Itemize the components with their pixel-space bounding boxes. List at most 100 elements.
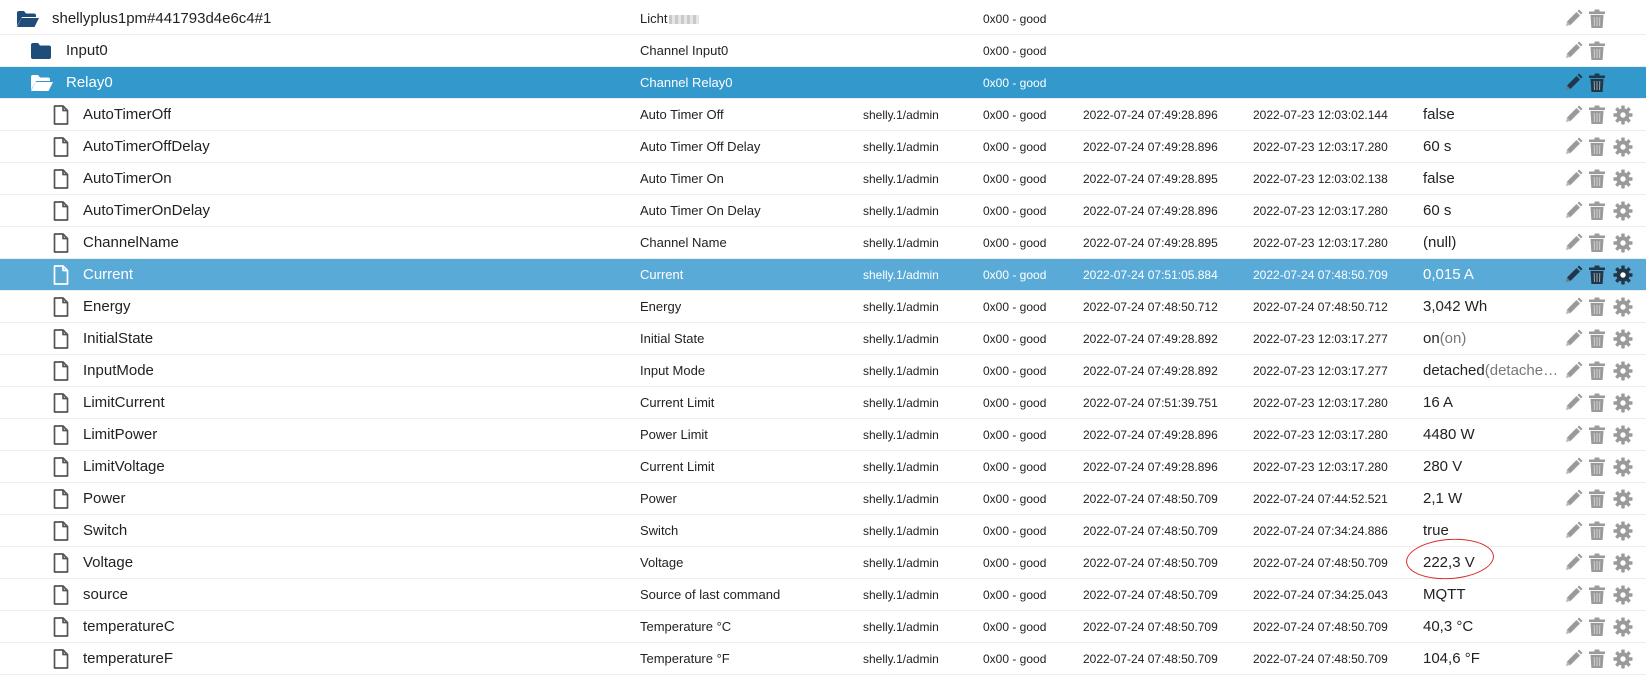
edit-button[interactable]: [1563, 137, 1583, 157]
settings-button[interactable]: [1613, 329, 1633, 349]
object-value[interactable]: 222,3 V: [1423, 547, 1563, 579]
delete-button[interactable]: [1588, 233, 1608, 253]
delete-button[interactable]: [1588, 393, 1608, 413]
object-value[interactable]: 60 s: [1423, 195, 1563, 227]
tree-row[interactable]: Switch Switch shelly.1/admin 0x00 - good 202…: [0, 515, 1646, 547]
object-value[interactable]: 0,015 A: [1423, 259, 1563, 291]
settings-button[interactable]: [1613, 457, 1633, 477]
tree-row[interactable]: AutoTimerOn Auto Timer On shelly.1/admin 0x…: [0, 163, 1646, 195]
tree-row[interactable]: LimitCurrent Current Limit shelly.1/admin 0…: [0, 387, 1646, 419]
edit-button[interactable]: [1563, 297, 1583, 317]
settings-button[interactable]: [1613, 265, 1633, 285]
edit-button[interactable]: [1563, 553, 1583, 573]
object-value[interactable]: 40,3 °C: [1423, 611, 1563, 643]
delete-button[interactable]: [1588, 105, 1608, 125]
tree-row[interactable]: InputMode Input Mode shelly.1/admin 0x00 - …: [0, 355, 1646, 387]
delete-button[interactable]: [1588, 553, 1608, 573]
edit-button[interactable]: [1563, 425, 1583, 445]
delete-button[interactable]: [1588, 329, 1608, 349]
folder-open-icon[interactable]: [16, 9, 39, 29]
delete-button[interactable]: [1588, 585, 1608, 605]
delete-button[interactable]: [1588, 265, 1608, 285]
edit-button[interactable]: [1563, 41, 1583, 61]
object-value[interactable]: 16 A: [1423, 387, 1563, 419]
edit-button[interactable]: [1563, 265, 1583, 285]
delete-button[interactable]: [1588, 361, 1608, 381]
tree-row[interactable]: Energy Energy shelly.1/admin 0x00 - good 202…: [0, 291, 1646, 323]
tree-row[interactable]: AutoTimerOff Auto Timer Off shelly.1/admin…: [0, 99, 1646, 131]
settings-button[interactable]: [1613, 201, 1633, 221]
edit-button[interactable]: [1563, 585, 1583, 605]
edit-button[interactable]: [1563, 169, 1583, 189]
settings-button[interactable]: [1613, 105, 1633, 125]
settings-button[interactable]: [1613, 521, 1633, 541]
settings-button[interactable]: [1613, 137, 1633, 157]
delete-button[interactable]: [1588, 201, 1608, 221]
edit-button[interactable]: [1563, 649, 1583, 669]
tree-row[interactable]: AutoTimerOffDelay Auto Timer Off Delay she…: [0, 131, 1646, 163]
settings-button[interactable]: [1613, 649, 1633, 669]
tree-row[interactable]: shellyplus1pm#441793d4e6c4#1 Licht 0x00 - …: [0, 3, 1646, 35]
edit-button[interactable]: [1563, 73, 1583, 93]
settings-button[interactable]: [1613, 361, 1633, 381]
settings-button[interactable]: [1613, 169, 1633, 189]
settings-button[interactable]: [1613, 553, 1633, 573]
settings-button[interactable]: [1613, 617, 1633, 637]
delete-button[interactable]: [1588, 169, 1608, 189]
delete-button[interactable]: [1588, 489, 1608, 509]
edit-button[interactable]: [1563, 329, 1583, 349]
tree-row[interactable]: Relay0 Channel Relay0 0x00 - good: [0, 67, 1646, 99]
edit-button[interactable]: [1563, 617, 1583, 637]
object-value[interactable]: 104,6 °F: [1423, 643, 1563, 675]
object-value[interactable]: false: [1423, 99, 1563, 131]
settings-button[interactable]: [1613, 297, 1633, 317]
delete-button[interactable]: [1588, 457, 1608, 477]
delete-button[interactable]: [1588, 297, 1608, 317]
object-value[interactable]: 2,1 W: [1423, 483, 1563, 515]
edit-button[interactable]: [1563, 457, 1583, 477]
edit-button[interactable]: [1563, 233, 1583, 253]
delete-button[interactable]: [1588, 73, 1608, 93]
edit-button[interactable]: [1563, 105, 1583, 125]
tree-row[interactable]: ChannelName Channel Name shelly.1/admin 0x0…: [0, 227, 1646, 259]
delete-button[interactable]: [1588, 425, 1608, 445]
folder-icon[interactable]: [30, 41, 52, 61]
object-value[interactable]: MQTT: [1423, 579, 1563, 611]
tree-row[interactable]: Current Current shelly.1/admin 0x00 - good 2…: [0, 259, 1646, 291]
object-value[interactable]: (null): [1423, 227, 1563, 259]
delete-button[interactable]: [1588, 617, 1608, 637]
edit-button[interactable]: [1563, 489, 1583, 509]
tree-row[interactable]: temperatureF Temperature °F shelly.1/admin…: [0, 643, 1646, 675]
edit-button[interactable]: [1563, 9, 1583, 29]
tree-row[interactable]: LimitPower Power Limit shelly.1/admin 0x00 …: [0, 419, 1646, 451]
tree-row[interactable]: InitialState Initial State shelly.1/admin 0…: [0, 323, 1646, 355]
delete-button[interactable]: [1588, 41, 1608, 61]
tree-row[interactable]: Input0 Channel Input0 0x00 - good: [0, 35, 1646, 67]
object-value[interactable]: 280 V: [1423, 451, 1563, 483]
object-value[interactable]: true: [1423, 515, 1563, 547]
object-value[interactable]: 4480 W: [1423, 419, 1563, 451]
edit-button[interactable]: [1563, 393, 1583, 413]
delete-button[interactable]: [1588, 9, 1608, 29]
delete-button[interactable]: [1588, 649, 1608, 669]
tree-row[interactable]: LimitVoltage Current Limit shelly.1/admin 0…: [0, 451, 1646, 483]
tree-row[interactable]: AutoTimerOnDelay Auto Timer On Delay shell…: [0, 195, 1646, 227]
folder-open-icon[interactable]: [30, 73, 53, 93]
object-value[interactable]: 60 s: [1423, 131, 1563, 163]
settings-button[interactable]: [1613, 585, 1633, 605]
settings-button[interactable]: [1613, 425, 1633, 445]
edit-button[interactable]: [1563, 201, 1583, 221]
object-value[interactable]: detached(detache…: [1423, 355, 1563, 387]
settings-button[interactable]: [1613, 489, 1633, 509]
delete-button[interactable]: [1588, 521, 1608, 541]
object-value[interactable]: 3,042 Wh: [1423, 291, 1563, 323]
tree-row[interactable]: temperatureC Temperature °C shelly.1/admin…: [0, 611, 1646, 643]
settings-button[interactable]: [1613, 233, 1633, 253]
edit-button[interactable]: [1563, 361, 1583, 381]
object-value[interactable]: on(on): [1423, 323, 1563, 355]
edit-button[interactable]: [1563, 521, 1583, 541]
settings-button[interactable]: [1613, 393, 1633, 413]
tree-row[interactable]: Power Power shelly.1/admin 0x00 - good 2022-…: [0, 483, 1646, 515]
tree-row[interactable]: source Source of last command shelly.1/adm…: [0, 579, 1646, 611]
object-value[interactable]: false: [1423, 163, 1563, 195]
